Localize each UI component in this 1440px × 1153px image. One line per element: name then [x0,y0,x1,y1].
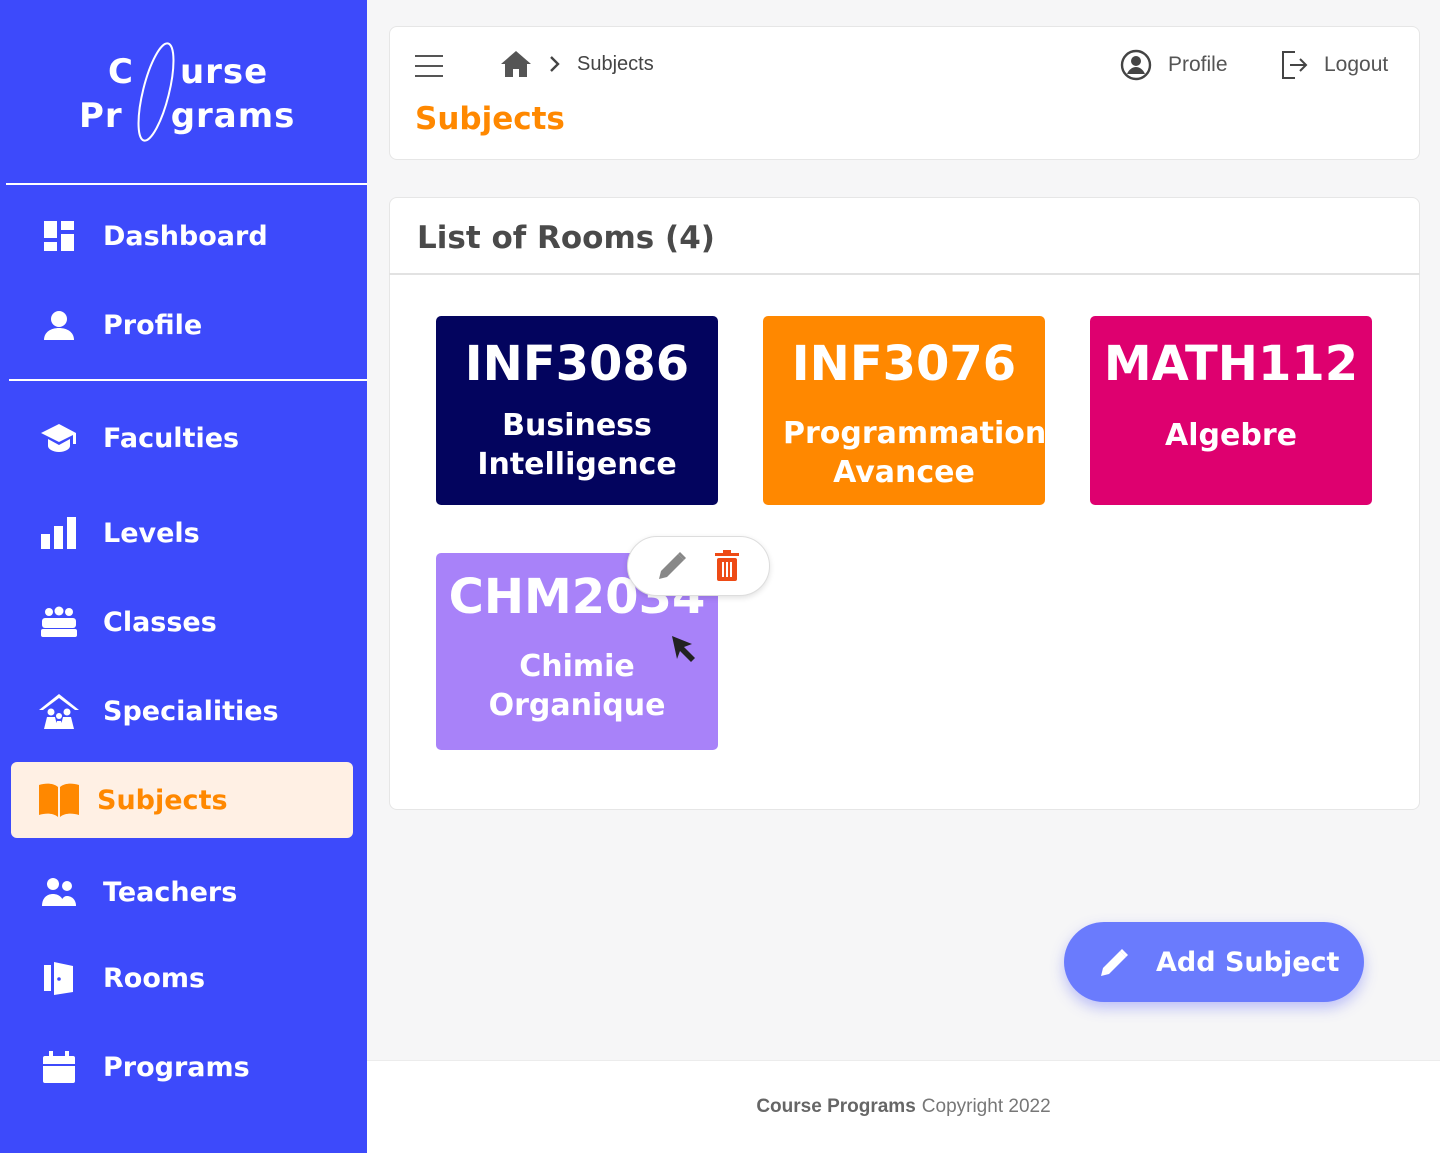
sidebar-item-label: Dashboard [103,220,268,252]
sidebar-item-label: Teachers [103,876,238,908]
sidebar-item-profile[interactable]: Profile [11,287,353,363]
footer-brand: Course Programs [756,1096,916,1117]
subject-name: Programmation Avancee [783,416,1047,490]
add-subject-button[interactable]: Add Subject [1064,922,1364,1002]
page-title: Subjects [415,101,565,137]
dashboard-icon [35,216,83,256]
home-icon[interactable] [500,49,532,83]
sidebar: Curse Pr grams Dashboard Profile Facultie… [0,0,367,1153]
rooms-card: List of Rooms (4) INF3086 Business Intel… [389,197,1420,810]
logo-text-urse: urse [179,52,269,92]
pencil-icon [1098,945,1132,979]
footer-copyright: Copyright 2022 [921,1096,1051,1117]
sidebar-item-programs[interactable]: Programs [11,1029,353,1105]
chevron-right-icon [548,55,562,77]
header-profile-link[interactable]: Profile [1120,49,1228,81]
menu-toggle-button[interactable] [415,55,443,77]
sidebar-item-specialities[interactable]: Specialities [11,673,353,749]
subject-name: Algebre [1165,418,1297,453]
calendar-icon [35,1047,83,1087]
sidebar-divider [9,379,367,381]
logo-text-grams: grams [170,96,296,136]
sidebar-item-dashboard[interactable]: Dashboard [11,198,353,274]
people-icon [35,872,83,912]
person-icon [35,305,83,345]
sidebar-item-label: Rooms [103,962,206,994]
sidebar-item-label: Programs [103,1051,250,1083]
group-icon [35,602,83,642]
subject-code: INF3086 [464,336,690,392]
sidebar-item-label: Levels [103,517,200,549]
add-subject-label: Add Subject [1156,946,1340,978]
bar-chart-icon [35,513,83,553]
open-book-icon [35,780,83,820]
sidebar-item-subjects[interactable]: Subjects [11,762,353,838]
edit-subject-button[interactable] [655,549,689,583]
mouse-pointer-icon [670,634,700,670]
sidebar-item-label: Subjects [97,784,228,816]
app-logo[interactable]: Curse Pr grams [0,40,367,150]
subject-code: MATH112 [1103,336,1359,392]
subject-card[interactable]: INF3076 Programmation Avancee [763,316,1047,505]
subject-name: Business Intelligence [477,408,677,482]
subject-card[interactable]: INF3086 Business Intelligence [436,316,718,505]
sidebar-item-rooms[interactable]: Rooms [11,940,353,1016]
subject-actions-popover [627,536,770,596]
sidebar-item-faculties[interactable]: Faculties [11,400,353,476]
sidebar-item-teachers[interactable]: Teachers [11,854,353,930]
logo-text-pr: Pr [79,96,123,136]
profile-label: Profile [1168,53,1228,76]
sidebar-item-label: Faculties [103,422,240,454]
door-icon [35,958,83,998]
sidebar-item-levels[interactable]: Levels [11,495,353,571]
sidebar-item-label: Specialities [103,695,279,727]
graduation-cap-icon [35,418,83,458]
footer: Course Programs Copyright 2022 [367,1060,1440,1153]
sidebar-divider [6,183,367,185]
pencil-icon [659,552,687,579]
trash-icon [714,550,739,581]
subject-card[interactable]: MATH112 Algebre [1090,316,1372,505]
card-divider [389,273,1420,275]
delete-subject-button[interactable] [712,549,742,583]
sidebar-item-label: Classes [103,606,217,638]
subject-code: INF3076 [791,336,1017,392]
logo-ring-icon [137,42,175,142]
logout-button[interactable]: Logout [1280,49,1388,81]
breadcrumb: Subjects [577,53,654,75]
logout-label: Logout [1324,53,1389,76]
rooms-card-title: List of Rooms (4) [417,220,715,256]
sidebar-item-label: Profile [103,309,203,341]
family-house-icon [35,691,83,731]
logout-icon [1280,49,1308,81]
page-header: Subjects Subjects Profile Logout [389,26,1420,160]
account-circle-icon [1120,49,1152,81]
sidebar-item-classes[interactable]: Classes [11,584,353,660]
